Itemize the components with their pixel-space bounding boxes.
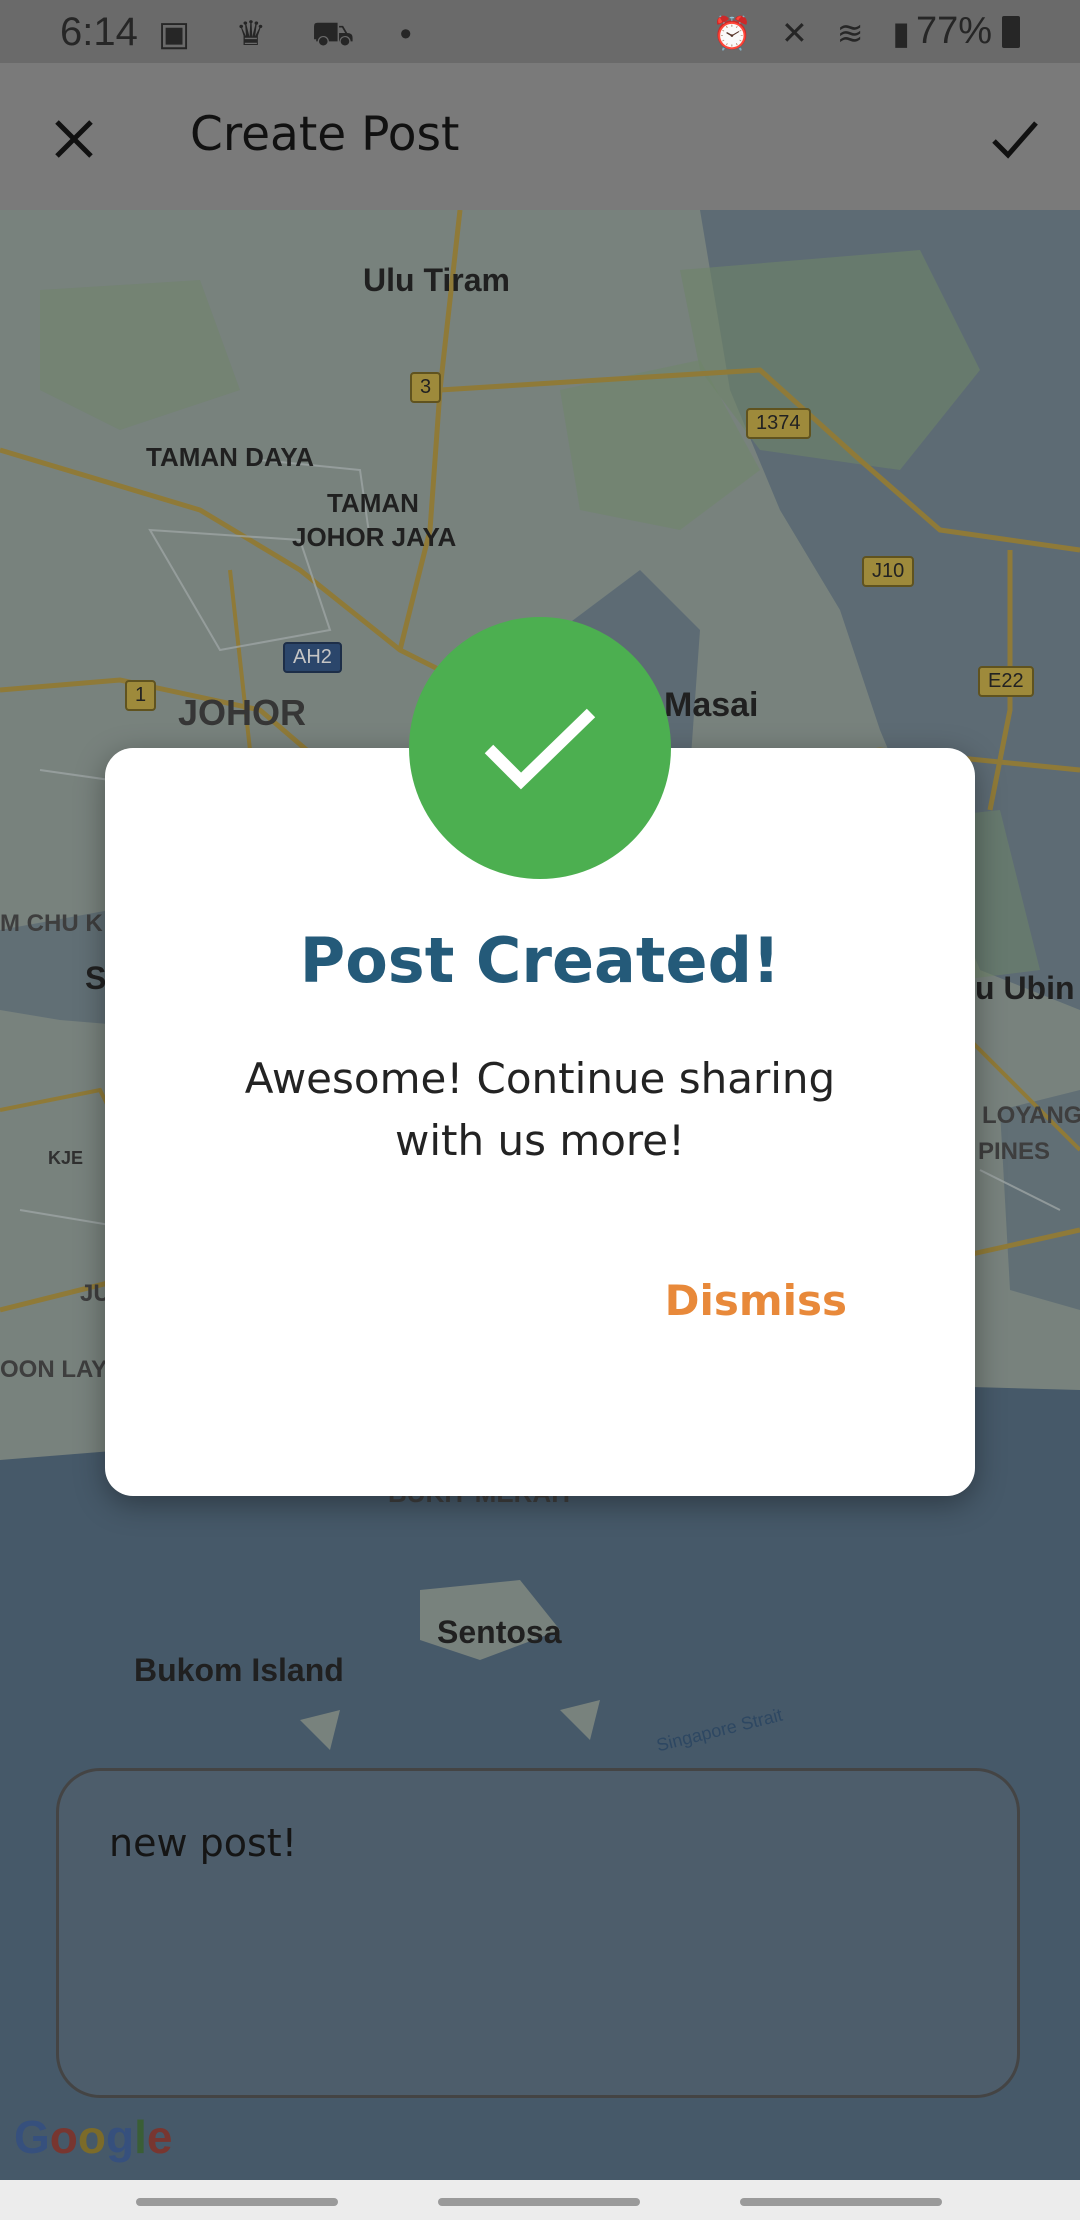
nav-handle[interactable] [136,2198,338,2206]
battery-percent: 77% [915,10,992,52]
post-text-input[interactable]: new post! [56,1768,1020,2098]
check-icon[interactable] [980,103,1050,173]
dialog-title: Post Created! [299,924,781,997]
app-bar: Create Post [0,63,1080,210]
success-check-icon [409,617,671,879]
dot-icon: • [399,15,430,53]
navigation-bar [0,2180,1080,2220]
status-bar: 6:14 ▣ ♛ ⛟ • ⏰ ✕ ≋ ▮ 77% [0,0,1080,63]
post-text-value: new post! [109,1821,297,1865]
nav-handle[interactable] [438,2198,640,2206]
wifi-icon: ≋ [836,15,874,51]
nav-handle[interactable] [740,2198,942,2206]
dismiss-button[interactable]: Dismiss [665,1276,847,1325]
system-icons: ⏰ ✕ ≋ ▮ [712,14,920,52]
dialog-message: Awesome! Continue sharing with us more! [244,1054,836,1165]
status-time: 6:14 [60,10,138,54]
gallery-icon: ▣ [158,15,209,53]
mute-icon: ✕ [780,15,818,51]
app-icon: ♛ [235,15,285,53]
close-icon[interactable] [38,103,108,173]
page-title: Create Post [190,107,460,162]
notification-icons: ▣ ♛ ⛟ • [158,14,430,59]
alarm-icon: ⏰ [712,15,763,51]
battery-icon [1002,16,1020,48]
cart-icon: ⛟ [311,15,373,53]
